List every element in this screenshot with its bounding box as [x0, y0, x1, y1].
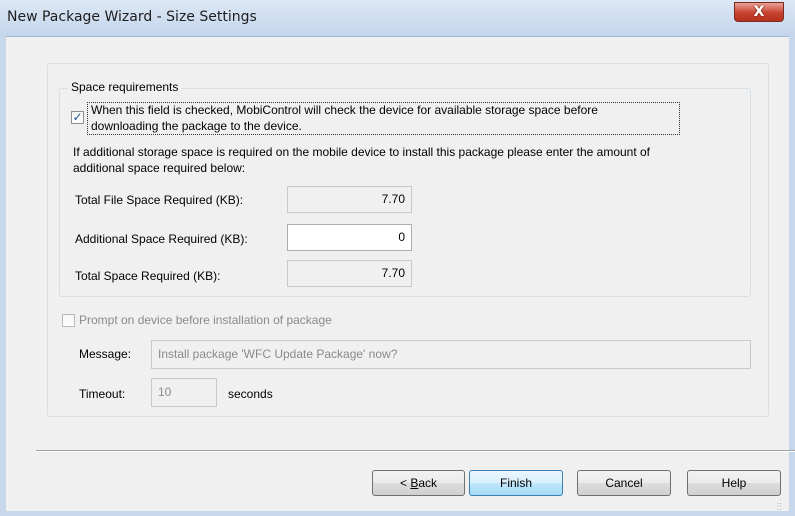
total-file-space-field: 7.70: [287, 186, 412, 213]
prompt-label[interactable]: Prompt on device before installation of …: [79, 313, 332, 327]
info-text-line1: If additional storage space is required …: [73, 145, 651, 159]
window-frame-right: [789, 36, 795, 516]
button-separator: [36, 450, 795, 452]
check-storage-label-line2[interactable]: downloading the package to the device.: [91, 119, 302, 133]
total-space-label: Total Space Required (KB):: [75, 269, 221, 283]
checkmark-icon: ✓: [72, 110, 83, 124]
title-bar: New Package Wizard - Size Settings X: [0, 0, 795, 37]
space-requirements-legend: Space requirements: [68, 80, 182, 94]
back-button-rest: ack: [418, 476, 438, 490]
back-button-prefix: <: [399, 476, 411, 490]
info-text-line2: additional space required below:: [73, 161, 246, 175]
prompt-checkbox[interactable]: [62, 314, 75, 327]
additional-space-input[interactable]: 0: [287, 224, 412, 251]
message-input[interactable]: Install package 'WFC Update Package' now…: [151, 340, 751, 369]
total-file-space-label: Total File Space Required (KB):: [75, 193, 244, 207]
window-frame-left: [0, 36, 6, 516]
check-storage-label-line1[interactable]: When this field is checked, MobiControl …: [91, 103, 598, 117]
close-button[interactable]: X: [734, 2, 784, 22]
resize-grip-icon[interactable]: .:::: [777, 498, 781, 512]
total-space-field: 7.70: [287, 260, 412, 287]
message-label: Message:: [79, 347, 132, 361]
timeout-unit: seconds: [228, 387, 273, 401]
additional-space-label: Additional Space Required (KB):: [75, 232, 248, 246]
timeout-input[interactable]: 10: [151, 378, 217, 407]
window-title: New Package Wizard - Size Settings: [7, 9, 257, 25]
check-storage-checkbox[interactable]: ✓: [71, 110, 84, 124]
back-button[interactable]: < Back: [372, 470, 465, 496]
help-button[interactable]: Help: [687, 470, 781, 496]
timeout-label: Timeout:: [79, 387, 126, 401]
window-frame-bottom: [0, 511, 795, 516]
finish-button[interactable]: Finish: [469, 470, 563, 496]
close-icon: X: [753, 4, 765, 20]
cancel-button[interactable]: Cancel: [577, 470, 671, 496]
wizard-window: New Package Wizard - Size Settings X Spa…: [0, 0, 795, 516]
